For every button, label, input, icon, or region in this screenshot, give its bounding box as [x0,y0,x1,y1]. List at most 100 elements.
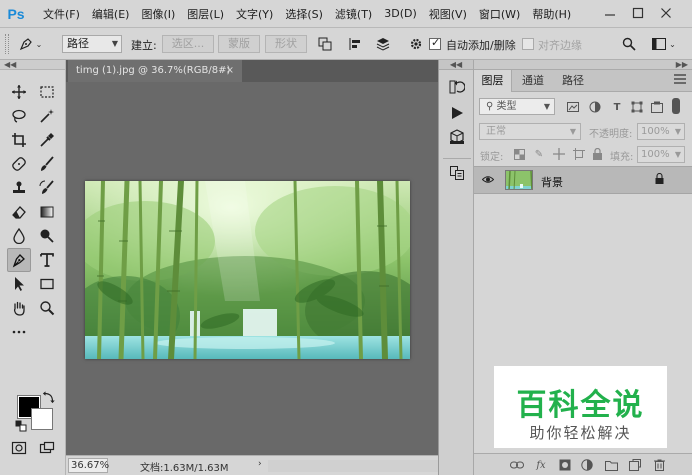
make-selection-button[interactable]: 选区... [162,35,214,53]
lock-image-icon[interactable]: ✎ [532,147,546,161]
eraser-tool-icon[interactable] [9,202,29,222]
pen-mode-select[interactable]: 路径 ▼ [62,35,122,53]
menu-select[interactable]: 选择(S) [285,6,323,22]
link-layers-icon[interactable] [510,458,524,472]
lasso-tool-icon[interactable] [9,106,29,126]
horizontal-scrollbar[interactable] [268,460,438,472]
tools-collapse-arrows[interactable]: ◀◀ [0,60,65,70]
layers-collapse-arrows[interactable]: ▶▶ [474,60,692,70]
make-mask-button[interactable]: 蒙版 [218,35,260,53]
add-mask-icon[interactable] [558,458,572,472]
delete-layer-icon[interactable] [652,458,666,472]
minimize-icon[interactable] [601,5,619,21]
close-icon[interactable] [657,5,675,21]
gradient-tool-icon[interactable] [37,202,57,222]
move-tool-icon[interactable] [9,82,29,102]
status-bar: 36.67% 文档:1.63M/1.63M › [66,455,438,475]
document-tab[interactable]: timg (1).jpg @ 36.7%(RGB/8#) × [68,60,242,82]
more-tools-icon[interactable] [9,322,29,342]
path-alignment-icon[interactable] [346,36,364,52]
options-grip[interactable] [5,34,9,54]
swap-colors-icon[interactable] [42,390,56,404]
close-tab-icon[interactable]: × [226,60,234,82]
menu-filter[interactable]: 滤镜(T) [335,6,372,22]
crop-tool-icon[interactable] [9,130,29,150]
layer-row-background[interactable]: 背景 [474,166,692,194]
path-operations-icon[interactable] [316,36,334,52]
menu-window[interactable]: 窗口(W) [479,6,520,22]
chevron-down-icon: ▼ [674,127,681,136]
history-panel-icon[interactable] [448,78,466,96]
menu-view[interactable]: 视图(V) [429,6,467,22]
path-arrangement-icon[interactable] [374,36,392,52]
options-bar: ⌄ 路径 ▼ 建立: 选区... 蒙版 形状 自动添加/删除 对齐边缘 ⌄ [0,28,692,60]
auto-add-delete-checkbox[interactable] [429,36,441,50]
layer-filter-select[interactable]: ⚲ 类型 ▼ [479,98,555,115]
history-brush-tool-icon[interactable] [37,178,57,198]
lock-artboard-icon[interactable] [572,147,586,161]
lock-transparent-icon[interactable] [512,147,526,161]
menu-3d[interactable]: 3D(D) [384,7,417,20]
screen-mode-icon[interactable] [37,438,57,458]
menu-file[interactable]: 文件(F) [43,6,80,22]
filter-toggle-icon[interactable] [672,98,680,114]
eye-icon[interactable] [481,174,495,187]
canvas-area[interactable] [66,82,438,455]
magic-wand-tool-icon[interactable] [37,106,57,126]
filter-smart-object-icon[interactable] [650,100,664,114]
align-edges-checkbox[interactable] [522,38,534,50]
opacity-field[interactable]: 100% ▼ [637,123,685,140]
panel-menu-icon[interactable] [674,73,686,87]
make-shape-button[interactable]: 形状 [265,35,307,53]
fx-icon[interactable]: fx [534,458,548,472]
default-colors-icon[interactable] [15,420,27,432]
filter-adjustment-icon[interactable] [588,100,602,114]
menu-type[interactable]: 文字(Y) [236,6,273,22]
blur-tool-icon[interactable] [9,226,29,246]
zoom-level-field[interactable]: 36.67% [68,458,109,473]
quick-mask-icon[interactable] [9,438,29,458]
path-selection-tool-icon[interactable] [9,274,29,294]
filter-type-icon[interactable]: T [610,100,624,114]
tab-paths[interactable]: 路径 [554,70,592,92]
search-icon[interactable] [620,36,638,52]
status-menu-arrow[interactable]: › [258,459,262,469]
tab-layers[interactable]: 图层 [474,70,512,92]
healing-brush-tool-icon[interactable] [9,154,29,174]
gear-icon[interactable] [408,36,424,52]
adjustment-layer-icon[interactable] [580,458,594,472]
rectangle-tool-icon[interactable] [37,274,57,294]
lock-all-icon[interactable] [590,147,604,161]
marquee-tool-icon[interactable] [37,82,57,102]
eyedropper-tool-icon[interactable] [37,130,57,150]
bamboo-waterfall-image[interactable] [85,181,410,359]
pen-tool-icon[interactable] [7,248,31,272]
new-group-icon[interactable] [604,458,618,472]
hand-tool-icon[interactable] [9,298,29,318]
maximize-icon[interactable] [629,5,647,21]
menu-layer[interactable]: 图层(L) [187,6,224,22]
blend-mode-select[interactable]: 正常 ▼ [479,123,581,140]
menu-help[interactable]: 帮助(H) [532,6,571,22]
fill-field[interactable]: 100% ▼ [637,146,685,163]
chevron-down-icon: ▼ [569,127,576,136]
filter-shape-icon[interactable] [630,100,644,114]
properties-panel-icon[interactable] [448,164,466,182]
filter-pixel-icon[interactable] [566,100,580,114]
3d-panel-icon[interactable] [448,128,466,146]
clone-stamp-tool-icon[interactable] [9,178,29,198]
brush-tool-icon[interactable] [37,154,57,174]
dodge-tool-icon[interactable] [37,226,57,246]
workspace-switcher-icon[interactable]: ⌄ [650,36,678,52]
type-tool-icon[interactable] [37,250,57,270]
background-color-swatch[interactable] [31,408,53,430]
pen-tool-preset-icon[interactable]: ⌄ [16,36,44,52]
tab-channels[interactable]: 通道 [514,70,552,92]
actions-play-icon[interactable] [448,104,466,122]
new-layer-icon[interactable] [628,458,642,472]
menu-edit[interactable]: 编辑(E) [92,6,130,22]
lock-position-icon[interactable] [552,147,566,161]
menu-image[interactable]: 图像(I) [141,6,175,22]
zoom-tool-icon[interactable] [37,298,57,318]
dock-collapse-arrows[interactable]: ◀◀ [439,60,473,70]
